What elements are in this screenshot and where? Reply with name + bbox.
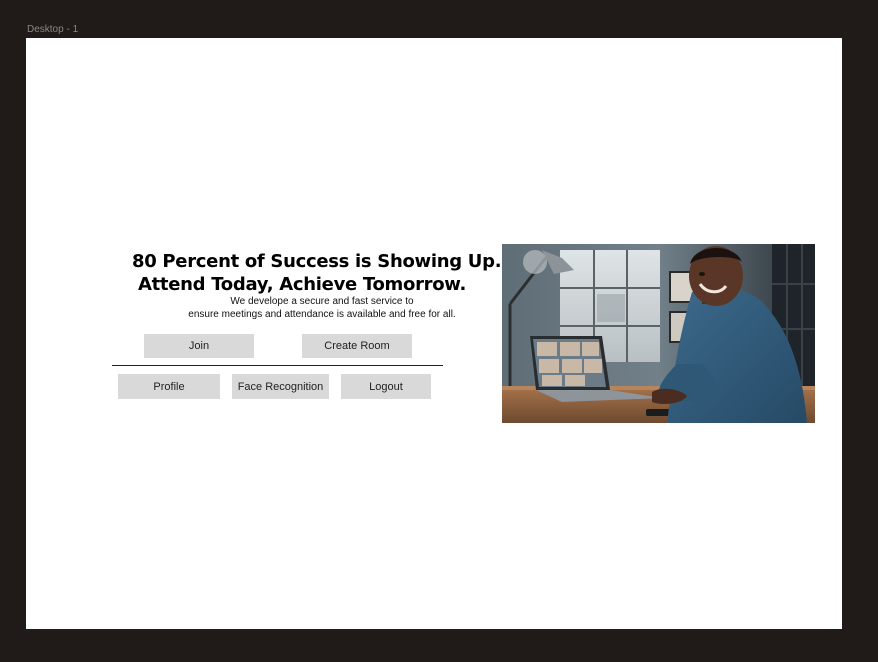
headline-line-1: 80 Percent of Success is Showing Up. <box>132 251 502 272</box>
logout-button[interactable]: Logout <box>341 374 431 399</box>
hero-headline: 80 Percent of Success is Showing Up. Att… <box>132 250 502 296</box>
frame-label[interactable]: Desktop - 1 <box>27 24 78 35</box>
create-room-button[interactable]: Create Room <box>302 334 412 358</box>
subtext-line-1: We develope a secure and fast service to <box>230 296 414 307</box>
desktop-frame: 80 Percent of Success is Showing Up. Att… <box>26 38 842 629</box>
face-recognition-button[interactable]: Face Recognition <box>232 374 329 399</box>
design-canvas: Desktop - 1 80 Percent of Success is Sho… <box>0 0 878 662</box>
join-button[interactable]: Join <box>144 334 254 358</box>
headline-line-2: Attend Today, Achieve Tomorrow. <box>138 274 466 295</box>
subtext-line-2: ensure meetings and attendance is availa… <box>188 308 456 320</box>
hero-subtext: We develope a secure and fast service to… <box>132 296 512 321</box>
profile-button[interactable]: Profile <box>118 374 220 399</box>
man-on-video-call-photo <box>502 244 815 423</box>
divider <box>112 365 443 366</box>
